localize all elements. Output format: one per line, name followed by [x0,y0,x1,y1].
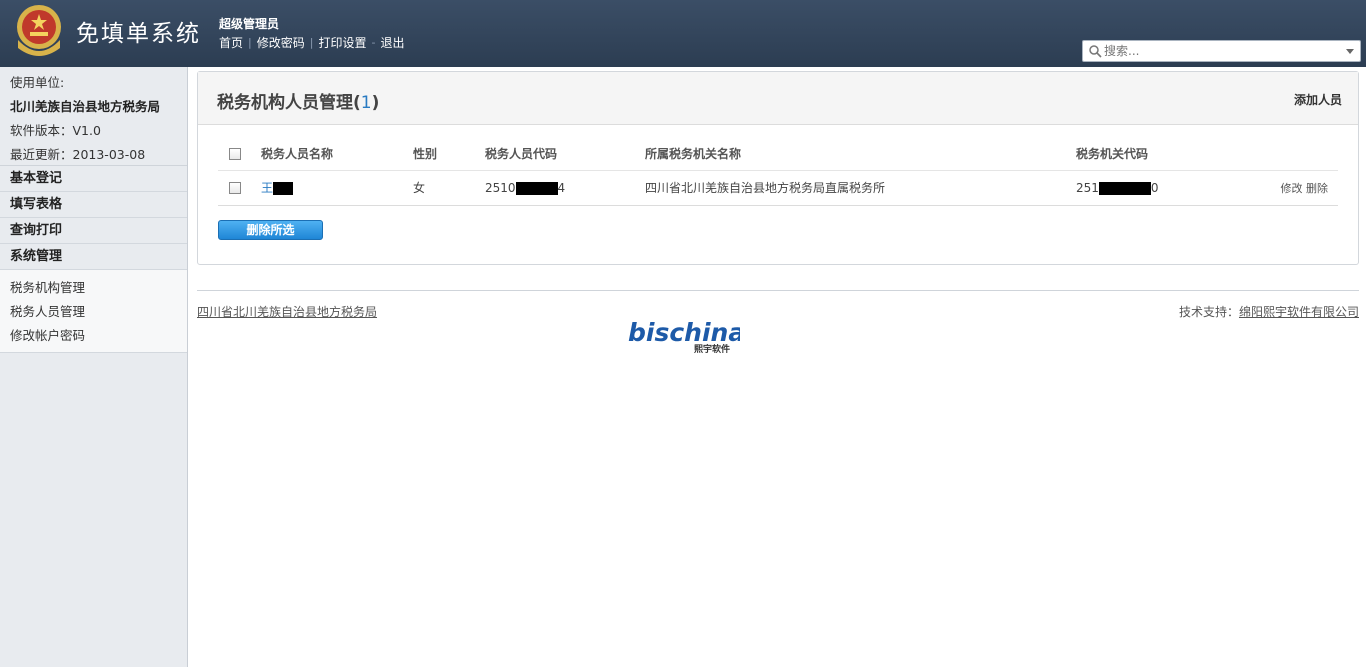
sidebar-section-basic-registration[interactable]: 基本登记 [0,166,187,192]
sidebar: 使用单位: 北川羌族自治县地方税务局 软件版本：V1.0 最近更新：2013-0… [0,67,188,667]
nav-separator: | [309,36,314,49]
redacted-block [273,182,294,195]
col-actions [1236,137,1338,171]
col-staff-name: 税务人员名称 [261,137,413,171]
search-box[interactable] [1082,40,1361,62]
gender-cell: 女 [413,170,485,206]
staff-name-cell: 王 [261,170,413,206]
nav-print-settings[interactable]: 打印设置 [318,34,366,51]
staff-name-link[interactable]: 王 [261,181,273,195]
nav-home[interactable]: 首页 [219,34,243,51]
bischina-logo: bischina 熙宇软件 [628,318,740,355]
page-title: 税务机构人员管理(1) [217,88,379,113]
sidebar-section-query-print[interactable]: 查询打印 [0,218,187,244]
chevron-down-icon[interactable] [1346,49,1354,54]
top-header: 免填单系统 超级管理员 首页 | 修改密码 | 打印设置 - 退出 [0,0,1366,67]
system-management-submenu: 税务机构管理 税务人员管理 修改帐户密码 [0,270,187,353]
staff-code-suffix: 4 [557,180,566,195]
add-staff-button[interactable]: 添加人员 [1294,91,1342,108]
footer-divider [197,290,1359,291]
nav-separator: - [371,36,376,49]
row-checkbox[interactable] [229,182,241,194]
footer-support: 技术支持：绵阳熙宇软件有限公司 [1179,303,1359,320]
delete-selected-button[interactable]: 删除所选 [218,220,323,240]
brand-text: bischina [628,318,740,347]
footer-org-link[interactable]: 四川省北川羌族自治县地方税务局 [197,303,377,320]
staff-table: 税务人员名称 性别 税务人员代码 所属税务机关名称 税务机关代码 王 女 251… [218,137,1338,206]
select-all-checkbox[interactable] [229,147,241,160]
unit-label: 使用单位: [10,75,65,90]
national-emblem-icon [17,5,61,56]
sidebar-item-tax-staff-management[interactable]: 税务人员管理 [0,300,187,324]
redacted-block [1098,181,1151,195]
sidebar-item-change-account-password[interactable]: 修改帐户密码 [0,324,187,348]
org-code-prefix: 251 [1076,180,1099,195]
redacted-block [515,181,558,195]
sidebar-section-system-management[interactable]: 系统管理 [0,244,187,270]
edit-link[interactable]: 修改 [1281,182,1303,195]
staff-code-prefix: 2510 [485,180,516,195]
unit-info: 使用单位: 北川羌族自治县地方税务局 软件版本：V1.0 最近更新：2013-0… [0,67,187,166]
support-company-link[interactable]: 绵阳熙宇软件有限公司 [1239,305,1359,319]
select-all-cell [218,137,261,171]
last-updated: 最近更新：2013-03-08 [10,147,146,162]
row-actions-cell: 修改 删除 [1236,170,1338,206]
col-org-name: 所属税务机关名称 [645,137,1076,171]
page-title-end: ) [371,93,380,113]
nav-change-password[interactable]: 修改密码 [257,34,305,51]
delete-link[interactable]: 删除 [1306,182,1328,195]
record-count: 1 [360,93,372,113]
staff-code-cell: 2510 4 [485,170,645,206]
user-role: 超级管理员 [219,17,280,31]
table-row: 王 女 2510 4 四川省北川羌族自治县地方税务局直属税务所 251 0 修改 删… [218,170,1338,206]
unit-name: 北川羌族自治县地方税务局 [10,99,161,114]
staff-management-panel: 税务机构人员管理(1) 添加人员 税务人员名称 性别 税务人员代码 所属税务机关… [197,71,1359,265]
panel-header: 税务机构人员管理(1) 添加人员 [198,72,1358,125]
col-gender: 性别 [413,137,485,171]
row-select-cell [218,170,261,206]
sidebar-section-fill-forms[interactable]: 填写表格 [0,192,187,218]
app-title: 免填单系统 [76,21,201,47]
org-name-cell: 四川省北川羌族自治县地方税务局直属税务所 [645,170,1076,206]
software-version: 软件版本：V1.0 [10,123,101,138]
org-code-suffix: 0 [1150,180,1159,195]
col-staff-code: 税务人员代码 [485,137,645,171]
support-label: 技术支持： [1178,305,1239,319]
org-code-cell: 251 0 [1076,170,1236,206]
page-title-text: 税务机构人员管理( [217,93,361,113]
nav-logout[interactable]: 退出 [380,34,404,51]
search-input[interactable] [1104,43,1334,59]
nav-separator: | [248,36,252,49]
search-icon [1089,45,1102,58]
top-nav: 首页 | 修改密码 | 打印设置 - 退出 [219,34,404,51]
table-header-row: 税务人员名称 性别 税务人员代码 所属税务机关名称 税务机关代码 [218,137,1338,171]
sidebar-item-tax-org-management[interactable]: 税务机构管理 [0,276,187,300]
brand-subtext: 熙宇软件 [694,343,730,355]
col-org-code: 税务机关代码 [1076,137,1236,171]
